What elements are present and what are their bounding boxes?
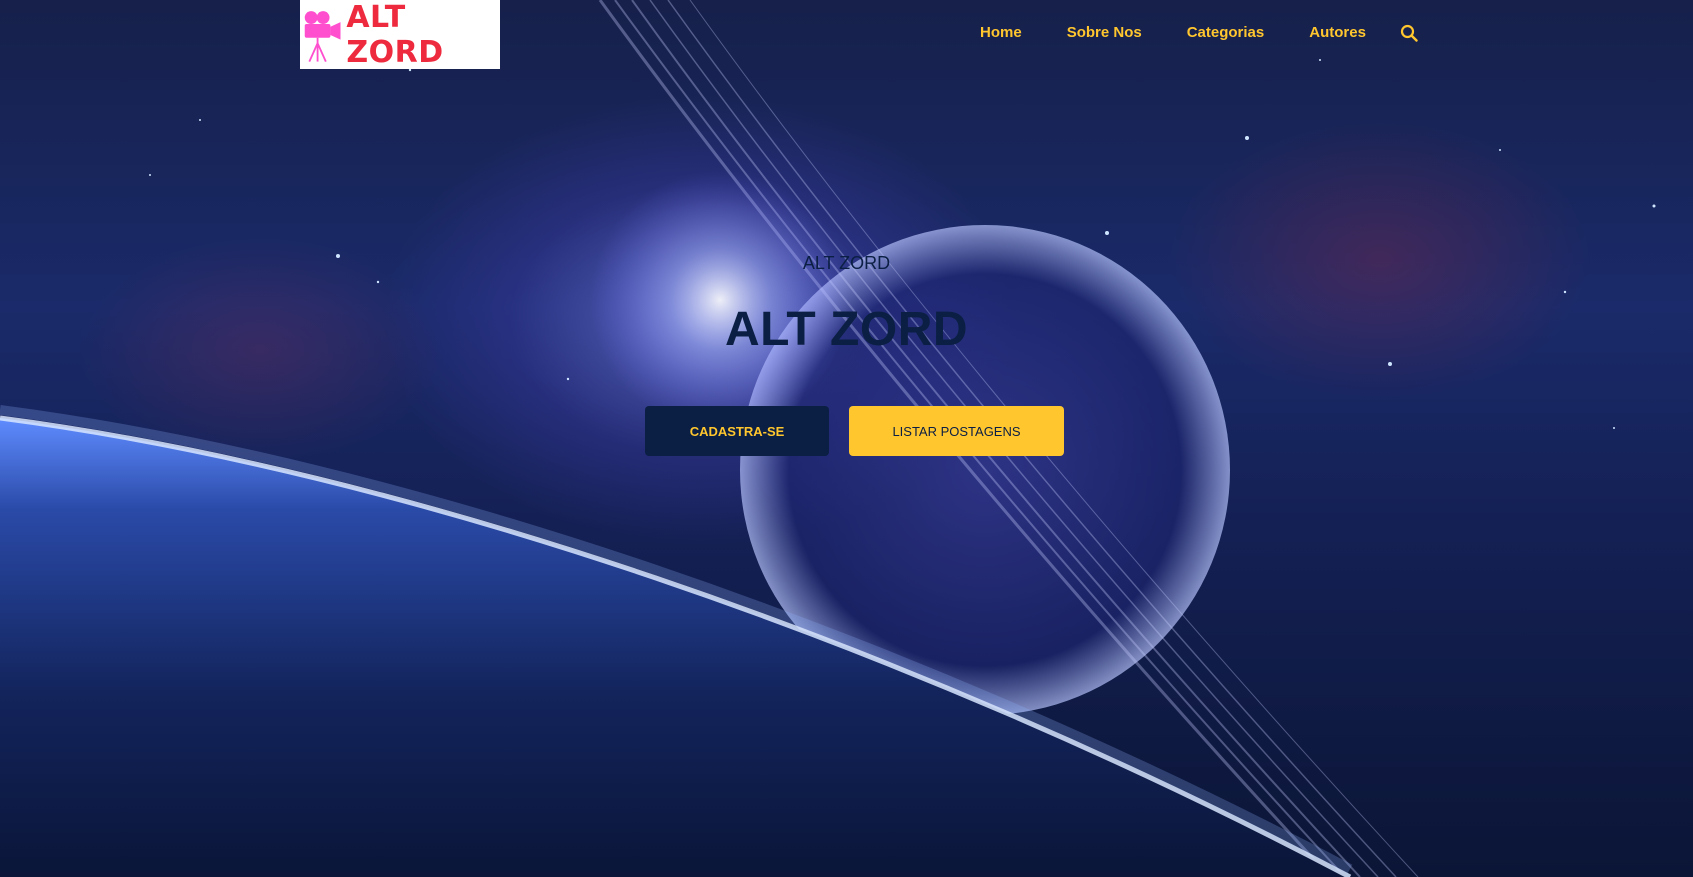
nav-item-sobre-nos[interactable]: Sobre Nos (1067, 22, 1142, 44)
search-icon[interactable] (1400, 24, 1418, 42)
movie-camera-icon (304, 10, 341, 62)
nav-item-home[interactable]: Home (980, 22, 1022, 44)
site-logo[interactable]: ALT ZORD (300, 0, 500, 70)
logo-text: ALT ZORD (346, 0, 444, 70)
nav-item-autores[interactable]: Autores (1309, 22, 1366, 44)
hero-section: ALT ZORD Home Sobre Nos Categorias Autor… (0, 0, 1693, 877)
space-background-image (0, 0, 1656, 877)
main-nav: Home Sobre Nos Categorias Autores (980, 22, 1418, 44)
register-button[interactable]: CADASTRA-SE (645, 406, 829, 456)
hero-title: ALT ZORD (724, 303, 969, 356)
hero-subtitle: ALT ZORD (802, 253, 891, 273)
list-posts-button[interactable]: LISTAR POSTAGENS (849, 406, 1064, 456)
nav-item-categorias[interactable]: Categorias (1187, 22, 1265, 44)
